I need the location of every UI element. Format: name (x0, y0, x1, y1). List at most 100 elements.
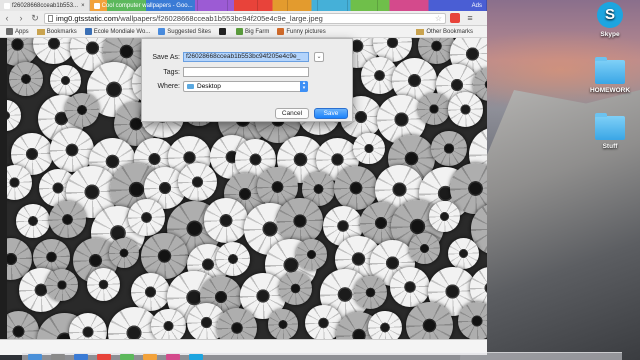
daisy-flower (447, 237, 480, 270)
bookmark-label: Ecole Mondiale Wo... (93, 28, 151, 35)
daisy-flower (69, 312, 108, 339)
folder-icon (595, 57, 625, 84)
forward-arrow-icon[interactable]: › (14, 11, 28, 25)
daisy-flower (216, 242, 251, 277)
bookmark-funny-pictures[interactable]: Funny pictures (277, 28, 326, 35)
safari-icon[interactable] (74, 353, 88, 360)
daisy-flower (203, 198, 249, 243)
bookmark-fa[interactable] (219, 28, 228, 35)
daisy-flower (418, 92, 451, 125)
skype-dock-icon[interactable] (189, 353, 203, 360)
desktop-icon-stuff[interactable]: Stuff (582, 113, 638, 150)
url-text: img0.gtsstatic.com/wallpapers/f26028668c… (56, 13, 323, 23)
daisy-flower (354, 276, 388, 309)
where-value: Desktop (197, 83, 221, 90)
daisy-flower (428, 201, 461, 233)
close-icon[interactable]: × (81, 3, 85, 9)
bookmark-label: Funny pictures (286, 28, 326, 35)
tab-strip: f26028668cceab1b553... × Cool computer w… (0, 0, 487, 11)
tab-5[interactable] (258, 0, 288, 11)
daisy-flower (151, 308, 186, 339)
daisy-flower (353, 132, 385, 164)
bookmark-other[interactable]: Other Bookmarks (416, 28, 473, 35)
folder-icon (187, 84, 194, 89)
bookmark-label: Other Bookmarks (426, 28, 473, 35)
daisy-flower (431, 130, 467, 166)
tab-3[interactable] (198, 0, 228, 11)
school-icon (84, 28, 92, 35)
daisy-flower (16, 204, 50, 238)
address-bar[interactable]: img0.gtsstatic.com/wallpapers/f26028668c… (44, 12, 446, 24)
menu-icon[interactable]: ≡ (464, 12, 476, 24)
daisy-flower (46, 268, 79, 301)
daisy-flower (49, 65, 81, 97)
itunes-icon[interactable] (166, 353, 180, 360)
tab-label: Ads (471, 2, 482, 9)
daisy-flower (178, 162, 217, 202)
favicon-icon (4, 2, 10, 9)
tab-8[interactable] (348, 0, 378, 11)
funny-icon (277, 28, 285, 35)
tab-4[interactable] (228, 0, 258, 11)
dock (22, 352, 622, 360)
save-button[interactable]: Save (314, 108, 348, 119)
where-label: Where: (157, 83, 180, 90)
tags-row: Tags: (142, 67, 309, 77)
bookmark-label: Big Farm (245, 28, 270, 35)
daisy-flower (296, 239, 327, 270)
fa-badge-icon (219, 28, 226, 35)
launchpad-icon[interactable] (51, 353, 65, 360)
chevron-down-icon[interactable]: ⌄ (314, 52, 324, 62)
daisy-flower (457, 302, 487, 339)
extension-icon[interactable] (450, 13, 460, 23)
bookmark-apps[interactable]: Apps (6, 28, 29, 35)
photos-icon[interactable] (143, 353, 157, 360)
tab-google-search[interactable]: Cool computer wallpapers - Goo... (90, 0, 198, 11)
star-icon[interactable]: ☆ (435, 14, 442, 23)
tab-ads[interactable]: Ads (468, 0, 487, 11)
folder-icon (36, 28, 45, 35)
desktop-icon-skype[interactable]: S Skype (582, 2, 638, 38)
bookmark-big-farm[interactable]: Big Farm (236, 28, 269, 35)
cancel-button[interactable]: Cancel (275, 108, 309, 119)
daisy-flower (64, 92, 99, 128)
save-as-field[interactable]: f26028668cceab1b553bc94f205e4c9e_ (183, 52, 309, 62)
daisy-flower (9, 62, 43, 96)
messages-icon[interactable] (120, 353, 134, 360)
save-as-label: Save As: (152, 53, 180, 61)
bookmark-ecole[interactable]: Ecole Mondiale Wo... (84, 28, 151, 35)
folder-icon (416, 28, 425, 35)
daisy-flower (108, 237, 139, 268)
page-icon (48, 14, 53, 22)
bookmarks-bar: Apps Bookmarks Ecole Mondiale Wo... Sugg… (0, 26, 487, 38)
save-dialog: Save As: f26028668cceab1b553bc94f205e4c9… (141, 38, 353, 122)
back-arrow-icon[interactable]: ‹ (0, 11, 14, 25)
daisy-flower (7, 311, 39, 339)
tab-6[interactable] (288, 0, 318, 11)
folder-icon (595, 113, 625, 140)
chrome-icon[interactable] (97, 353, 111, 360)
finder-icon[interactable] (28, 353, 42, 360)
daisy-flower (389, 267, 431, 308)
skype-icon: S (597, 2, 623, 28)
apps-grid-icon (6, 28, 13, 35)
daisy-flower (7, 100, 21, 132)
desktop-icon-label: Skype (600, 31, 620, 38)
daisy-flower (267, 309, 298, 339)
daisy-flower (86, 268, 120, 302)
favicon-icon (93, 2, 100, 9)
desktop-icon-label: Stuff (602, 143, 618, 150)
tab-image[interactable]: f26028668cceab1b553... × (0, 0, 90, 11)
bigfarm-icon (236, 28, 243, 35)
bookmark-folder[interactable]: Bookmarks (36, 28, 77, 35)
where-popup[interactable]: Desktop ▴ ▾ (183, 81, 308, 92)
reload-icon[interactable]: ↻ (28, 11, 42, 25)
desktop-icon-homework[interactable]: HOMEWORK (582, 57, 638, 94)
daisy-flower (131, 272, 170, 311)
bookmark-suggested-sites[interactable]: Suggested Sites (158, 28, 211, 35)
daisy-flower (217, 308, 258, 339)
daisy-flower (409, 233, 440, 264)
tab-label: Cool computer wallpapers - Goo... (101, 2, 193, 9)
tags-field[interactable] (183, 67, 309, 77)
tab-7[interactable] (318, 0, 348, 11)
